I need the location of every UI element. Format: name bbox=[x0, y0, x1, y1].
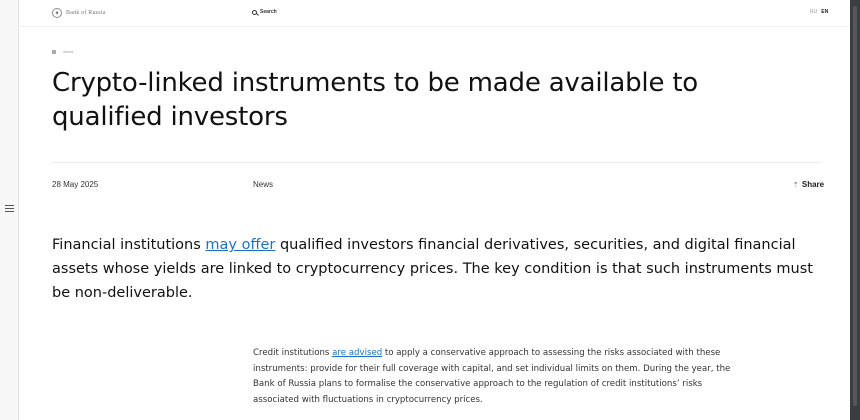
lead-paragraph: Financial institutions may offer qualifi… bbox=[52, 237, 813, 301]
may-offer-link[interactable]: may offer bbox=[205, 237, 275, 253]
bank-emblem-icon: ✦ bbox=[52, 8, 62, 18]
article-category[interactable]: News bbox=[253, 180, 273, 189]
scrollbar-thumb[interactable] bbox=[853, 6, 857, 406]
body-paragraph: Credit institutions are advised to apply… bbox=[253, 348, 731, 405]
breadcrumb-news[interactable]: News bbox=[63, 49, 73, 54]
lang-en-link[interactable]: EN bbox=[821, 9, 828, 15]
share-icon: ⇡ bbox=[793, 181, 799, 189]
lang-ru-link[interactable]: RU bbox=[810, 9, 817, 15]
article-date: 28 May 2025 bbox=[52, 180, 99, 189]
divider bbox=[52, 162, 822, 163]
logo-text: Bank of Russia bbox=[66, 10, 106, 16]
menu-icon[interactable] bbox=[5, 205, 14, 212]
scrollbar[interactable] bbox=[850, 0, 860, 420]
search-button[interactable]: Search bbox=[252, 9, 277, 15]
search-label: Search bbox=[260, 9, 277, 15]
are-advised-link[interactable]: are advised bbox=[332, 348, 382, 358]
home-icon[interactable] bbox=[52, 49, 56, 54]
left-side-panel bbox=[0, 0, 19, 420]
page-title: Crypto-linked instruments to be made ava… bbox=[52, 68, 699, 132]
share-button[interactable]: ⇡ Share bbox=[793, 180, 824, 189]
logo[interactable]: ✦ Bank of Russia bbox=[52, 8, 105, 18]
breadcrumb: · News bbox=[52, 49, 73, 54]
search-icon bbox=[252, 9, 257, 15]
language-switcher: RU EN bbox=[810, 9, 828, 15]
site-header: ✦ Bank of Russia Search RU EN bbox=[19, 0, 850, 27]
share-label: Share bbox=[801, 180, 825, 189]
page: ✦ Bank of Russia Search RU EN · News Cry… bbox=[19, 0, 850, 420]
